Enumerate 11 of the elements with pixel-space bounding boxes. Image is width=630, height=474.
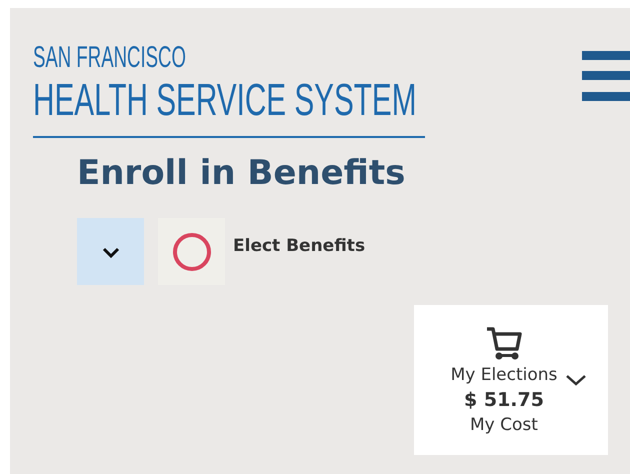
elections-label: My Elections (450, 365, 558, 385)
page-title: Enroll in Benefits (77, 152, 406, 194)
chevron-icon[interactable] (565, 373, 588, 387)
cost-caption: My Cost (470, 415, 538, 435)
cart-icon (484, 325, 523, 361)
logo-text: SAN FRANCISCO (33, 42, 186, 74)
step-label: Elect Benefits (233, 236, 366, 256)
menu-icon[interactable] (582, 51, 630, 101)
logo-text: HEALTH SERVICE SYSTEM (33, 76, 416, 124)
elections-card[interactable]: My Elections $ 51.75 My Cost (414, 305, 608, 455)
cost-amount: $ 51.75 (464, 389, 544, 411)
